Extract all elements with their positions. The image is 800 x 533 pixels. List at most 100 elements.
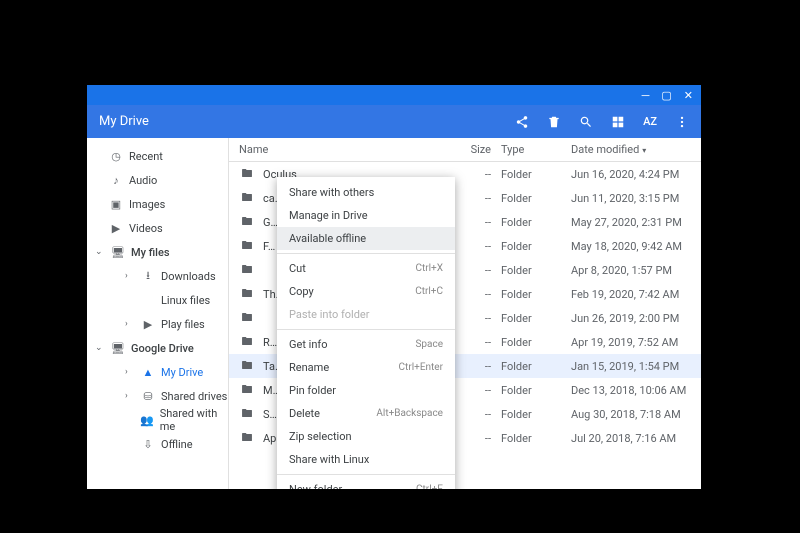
file-date: Apr 8, 2020, 1:57 PM [571,264,691,277]
sidebar-item-shared-with-me[interactable]: 👥Shared with me [87,408,228,432]
menu-item-delete[interactable]: DeleteAlt+Backspace [277,402,455,425]
menu-item-label: New folder [289,483,342,489]
sidebar-item-label: Videos [129,222,163,235]
sidebar-item-downloads[interactable]: ›⭳Downloads [87,264,228,288]
image-icon: ▣ [109,198,123,211]
file-type: Folder [501,336,571,349]
chevron-right-icon: › [125,271,135,281]
menu-item-zip-selection[interactable]: Zip selection [277,425,455,448]
file-date: Jun 16, 2020, 4:24 PM [571,168,691,181]
view-grid-icon[interactable] [611,115,625,129]
file-size: -- [451,216,501,229]
menu-separator [277,329,455,330]
file-type: Folder [501,384,571,397]
file-size: -- [451,432,501,445]
sidebar-item-shared-drives[interactable]: ›⛁Shared drives [87,384,228,408]
sidebar-item-play-files[interactable]: ›▶Play files [87,312,228,336]
toolbar: My Drive AZ [87,105,701,138]
file-type: Folder [501,192,571,205]
menu-item-label: Pin folder [289,384,336,397]
menu-item-label: Get info [289,338,328,351]
more-icon[interactable] [675,115,689,129]
file-size: -- [451,192,501,205]
sidebar-item-images[interactable]: ▣Images [87,192,228,216]
file-size: -- [451,360,501,373]
menu-item-label: Zip selection [289,430,352,443]
menu-item-label: Copy [289,285,314,298]
close-button[interactable]: ✕ [684,90,693,101]
menu-item-share-with-linux[interactable]: Share with Linux [277,448,455,471]
menu-item-get-info[interactable]: Get info Space [277,333,455,356]
file-date: Aug 30, 2018, 7:18 AM [571,408,691,421]
files-window: ─ ▢ ✕ My Drive AZ ◷Recent♪Audio▣Images▶V… [87,85,701,489]
sidebar-item-recent[interactable]: ◷Recent [87,144,228,168]
col-type[interactable]: Type [501,143,571,156]
sidebar-item-label: Recent [129,150,163,163]
sidebar-item-videos[interactable]: ▶Videos [87,216,228,240]
file-size: -- [451,168,501,181]
sidebar-item-audio[interactable]: ♪Audio [87,168,228,192]
folder-icon: 🖿 [239,429,255,448]
sidebar-item-offline[interactable]: ⇩Offline [87,432,228,456]
menu-item-manage-in-drive[interactable]: Manage in Drive [277,204,455,227]
file-type: Folder [501,360,571,373]
menu-item-label: Delete [289,407,320,420]
file-type: Folder [501,168,571,181]
col-date[interactable]: Date modified [571,143,691,156]
menu-item-new-folder[interactable]: New folder Ctrl+E [277,478,455,489]
computer-icon: 🖥 [111,342,125,355]
file-date: Jun 26, 2019, 2:00 PM [571,312,691,325]
menu-item-shortcut: Ctrl+C [415,286,443,297]
file-type: Folder [501,216,571,229]
page-title: My Drive [99,114,149,129]
minimize-button[interactable]: ─ [642,90,650,101]
body: ◷Recent♪Audio▣Images▶Videos⌄🖥My files›⭳D… [87,138,701,489]
file-type: Folder [501,288,571,301]
file-date: May 27, 2020, 2:31 PM [571,216,691,229]
menu-item-available-offline[interactable]: Available offline [277,227,455,250]
sidebar-item-label: Linux files [161,294,210,307]
menu-item-cut[interactable]: CutCtrl+X [277,257,455,280]
menu-item-label: Manage in Drive [289,209,368,222]
file-date: May 18, 2020, 9:42 AM [571,240,691,253]
menu-item-shortcut: Space [415,339,443,350]
main: Name Size Type Date modified 🖿Oculus--Fo… [229,138,701,489]
sidebar-item-label: Shared with me [160,407,228,433]
col-size[interactable]: Size [451,143,501,156]
folder-icon: 🖿 [239,165,255,184]
sidebar-item-my-drive[interactable]: ›▲My Drive [87,360,228,384]
file-size: -- [451,240,501,253]
sidebar-section-google-drive[interactable]: ⌄🖥Google Drive [87,336,228,360]
menu-item-pin-folder[interactable]: Pin folder [277,379,455,402]
sidebar-section-my-files[interactable]: ⌄🖥My files [87,240,228,264]
sidebar-item-linux-files[interactable]: Linux files [87,288,228,312]
menu-item-shortcut: Ctrl+E [416,484,443,489]
menu-item-label: Share with others [289,186,374,199]
sidebar-item-label: Shared drives [161,390,227,403]
file-date: Jul 20, 2018, 7:16 AM [571,432,691,445]
file-date: Jan 15, 2019, 1:54 PM [571,360,691,373]
file-date: Jun 11, 2020, 3:15 PM [571,192,691,205]
menu-item-rename[interactable]: Rename Ctrl+Enter [277,356,455,379]
menu-item-copy[interactable]: Copy Ctrl+C [277,280,455,303]
menu-item-label: Rename [289,361,329,374]
drive-icon: ▲ [141,366,155,379]
maximize-button[interactable]: ▢ [661,90,671,101]
delete-icon[interactable] [547,115,561,129]
shared-drives-icon: ⛁ [141,390,155,403]
sidebar-section-label: Google Drive [131,342,194,355]
menu-item-share-with-others[interactable]: Share with others [277,181,455,204]
folder-icon: 🖿 [239,357,255,376]
col-name[interactable]: Name [239,143,451,156]
file-type: Folder [501,264,571,277]
search-icon[interactable] [579,115,593,129]
folder-icon: 🖿 [239,189,255,208]
share-icon[interactable] [515,115,529,129]
sort-button[interactable]: AZ [643,115,657,128]
sidebar-item-label: Offline [161,438,193,451]
file-date: Dec 13, 2018, 10:06 AM [571,384,691,397]
menu-item-shortcut: Ctrl+Enter [399,362,443,373]
play-icon: ▶ [141,318,155,331]
folder-icon: 🖿 [239,405,255,424]
folder-icon: 🖿 [239,213,255,232]
